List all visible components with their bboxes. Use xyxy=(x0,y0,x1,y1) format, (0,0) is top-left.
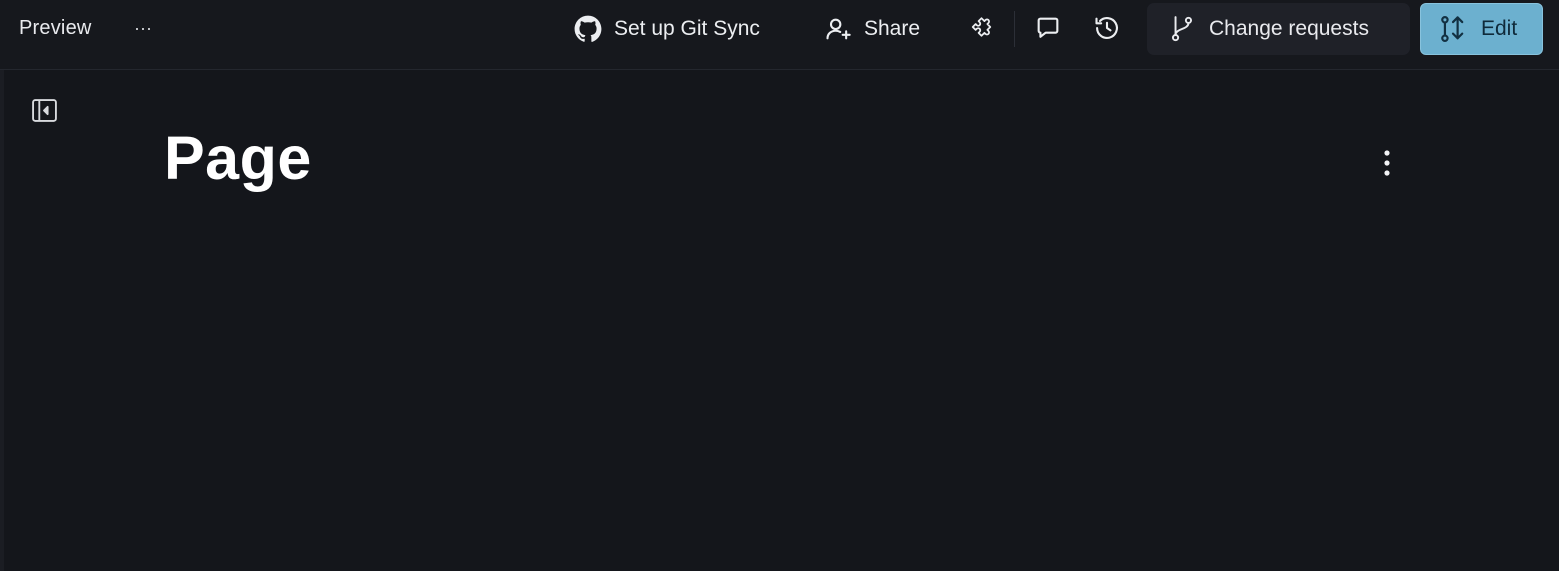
share-label: Share xyxy=(864,17,921,40)
git-merge-edit-icon xyxy=(1439,14,1467,44)
sidebar-collapse-icon xyxy=(31,98,58,123)
preview-label[interactable]: Preview xyxy=(19,16,92,40)
app-window: Preview ··· Set up Git Sync Share Change… xyxy=(0,0,1559,571)
edit-label: Edit xyxy=(1481,17,1518,40)
more-options-button[interactable]: ··· xyxy=(131,16,155,40)
more-horizontal-icon: ··· xyxy=(134,18,152,38)
history-button[interactable] xyxy=(1090,11,1124,45)
toolbar-divider xyxy=(1014,11,1015,47)
more-vertical-icon xyxy=(1383,149,1391,177)
edit-button[interactable]: Edit xyxy=(1420,3,1543,55)
git-sync-button[interactable]: Set up Git Sync xyxy=(574,12,760,46)
git-branch-icon xyxy=(1169,15,1195,43)
page-title: Page xyxy=(164,124,312,192)
git-sync-label: Set up Git Sync xyxy=(614,17,760,40)
user-plus-icon xyxy=(824,15,852,43)
change-requests-label: Change requests xyxy=(1209,17,1369,40)
puzzle-icon xyxy=(968,15,995,42)
comment-icon xyxy=(1034,14,1062,42)
history-icon xyxy=(1093,14,1121,42)
change-requests-button[interactable]: Change requests xyxy=(1147,3,1410,55)
comments-button[interactable] xyxy=(1031,11,1065,45)
integrations-button[interactable] xyxy=(964,11,998,45)
left-edge-strip xyxy=(0,70,4,571)
github-icon xyxy=(574,15,602,43)
share-button[interactable]: Share xyxy=(824,12,920,46)
top-toolbar: Preview ··· Set up Git Sync Share Change… xyxy=(0,0,1559,70)
sidebar-toggle-button[interactable] xyxy=(30,96,58,124)
page-actions-button[interactable] xyxy=(1372,146,1402,180)
